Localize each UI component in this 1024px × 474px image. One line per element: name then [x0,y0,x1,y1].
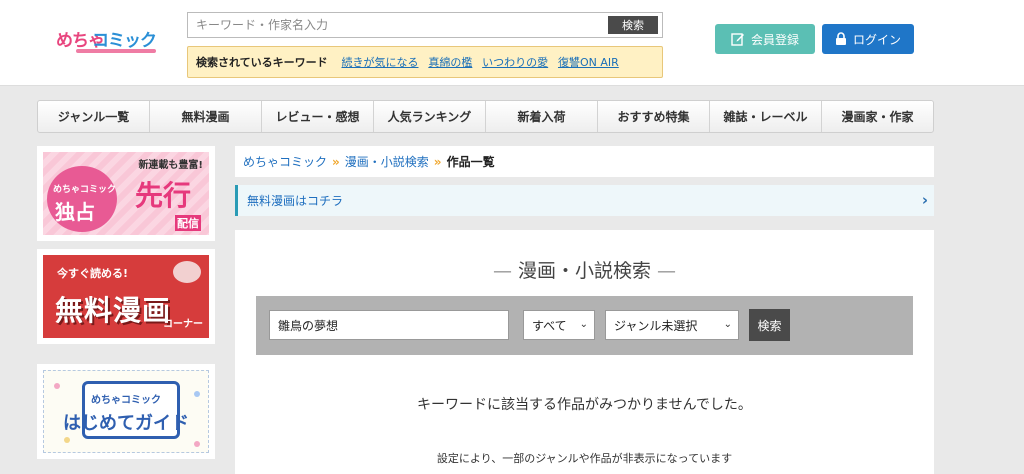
exclusive-banner[interactable]: 新連載も豊富! めちゃコミック 独占 先行 配信 [37,146,215,241]
login-button[interactable]: ログイン [822,24,914,54]
logo-text-comic: コミック [92,31,157,51]
exclusive-banner-sub: 配信 [175,215,201,231]
scope-select[interactable]: すべて ⌄ [523,310,595,340]
nav-item-new-arrivals[interactable]: 新着入荷 [486,101,598,132]
title-dash-right: — [657,260,676,282]
free-manga-banner-sub: コーナー [163,319,203,330]
breadcrumb: めちゃコミック » 漫画・小説検索 » 作品一覧 [235,146,934,177]
chevron-right-icon: › [921,191,928,209]
free-manga-banner[interactable]: 今すぐ読める! 無料漫画 コーナー [37,249,215,344]
header-search-input[interactable] [188,13,608,37]
decor-dot [54,383,60,389]
nav-item-featured[interactable]: おすすめ特集 [598,101,710,132]
register-label: 会員登録 [750,32,799,47]
edit-icon [731,33,744,46]
site-logo[interactable]: めちゃ コミック [56,24,168,54]
header-search-button[interactable]: 検索 [608,16,658,34]
lock-icon [835,32,846,45]
exclusive-banner-side: 先行 [135,179,192,212]
guide-banner-main: はじめてガイド [63,413,189,434]
free-manga-banner-top: 今すぐ読める! [57,267,129,280]
header-search-box: 検索 [187,12,663,38]
keyword-link[interactable]: 続きが気になる [342,56,419,69]
keyword-link[interactable]: 真綿の檻 [428,56,472,69]
exclusive-banner-brand: めちゃコミック [53,185,117,195]
nav-item-reviews[interactable]: レビュー・感想 [262,101,374,132]
register-button[interactable]: 会員登録 [715,24,815,54]
no-result-message: キーワードに該当する作品がみつかりませんでした。 [417,397,752,413]
exclusive-banner-top: 新連載も豊富! [138,160,203,171]
nav-item-magazines[interactable]: 雑誌・レーベル [710,101,822,132]
nav-item-genre-list[interactable]: ジャンル一覧 [38,101,150,132]
exclusive-banner-main: 独占 [55,200,95,224]
page-title-text: 漫画・小説検索 [517,260,651,282]
nav-item-authors[interactable]: 漫画家・作家 [822,101,933,132]
scope-select-value: すべて [532,318,567,333]
hidden-content-note: 設定により、一部のジャンルや作品が非表示になっています [436,452,733,465]
guide-banner-brand: めちゃコミック [91,395,161,406]
breadcrumb-current: 作品一覧 [446,155,495,169]
breadcrumb-search[interactable]: 漫画・小説検索 [345,153,429,170]
free-manga-banner-main: 無料漫画 [55,294,172,327]
search-form: すべて ⌄ ジャンル未選択 ⌄ 検索 [256,296,913,355]
chevron-down-icon: ⌄ [579,319,588,330]
popular-keywords-bar: 検索されているキーワード 続きが気になる 真綿の檻 いつわりの愛 復讐ON AI… [187,46,663,78]
nav-item-ranking[interactable]: 人気ランキング [374,101,486,132]
guide-banner-image: めちゃコミック はじめてガイド [43,370,209,453]
free-manga-link-bar[interactable]: 無料漫画はコチラ › [235,185,934,216]
genre-select-value: ジャンル未選択 [614,318,698,333]
login-label: ログイン [852,32,901,47]
genre-select[interactable]: ジャンル未選択 ⌄ [605,310,739,340]
free-manga-link-label: 無料漫画はコチラ [247,194,344,208]
search-button[interactable]: 検索 [749,309,790,341]
decor-dot [194,441,200,447]
search-panel: —漫画・小説検索— すべて ⌄ ジャンル未選択 ⌄ 検索 キーワードに該当する作… [235,230,934,474]
cloud-icon [173,261,201,283]
free-manga-banner-image: 今すぐ読める! 無料漫画 コーナー [43,255,209,338]
keyword-link[interactable]: いつわりの愛 [482,56,548,69]
guide-banner[interactable]: めちゃコミック はじめてガイド [37,364,215,459]
page-title: — 漫画・小説検索 — [235,256,934,283]
chevron-down-icon: ⌄ [723,319,732,330]
site-header: めちゃ コミック 検索 検索されているキーワード 続きが気になる 真綿の檻 いつ… [0,0,1024,86]
popular-keywords-title: 検索されているキーワード [196,56,328,69]
decor-dot [64,437,70,443]
breadcrumb-home[interactable]: めちゃコミック [243,153,327,170]
nav-item-free-manga[interactable]: 無料漫画 [150,101,262,132]
global-nav: ジャンル一覧 無料漫画 レビュー・感想 人気ランキング 新着入荷 おすすめ特集 … [37,100,934,133]
breadcrumb-separator-icon: » [332,154,340,169]
title-dash-left: — [492,260,512,282]
logo-swoosh [76,49,156,53]
breadcrumb-separator-icon: » [433,154,442,169]
keyword-input[interactable] [269,310,509,340]
keyword-link[interactable]: 復讐ON AIR [558,56,619,69]
exclusive-banner-image: 新連載も豊富! めちゃコミック 独占 先行 配信 [43,152,209,235]
